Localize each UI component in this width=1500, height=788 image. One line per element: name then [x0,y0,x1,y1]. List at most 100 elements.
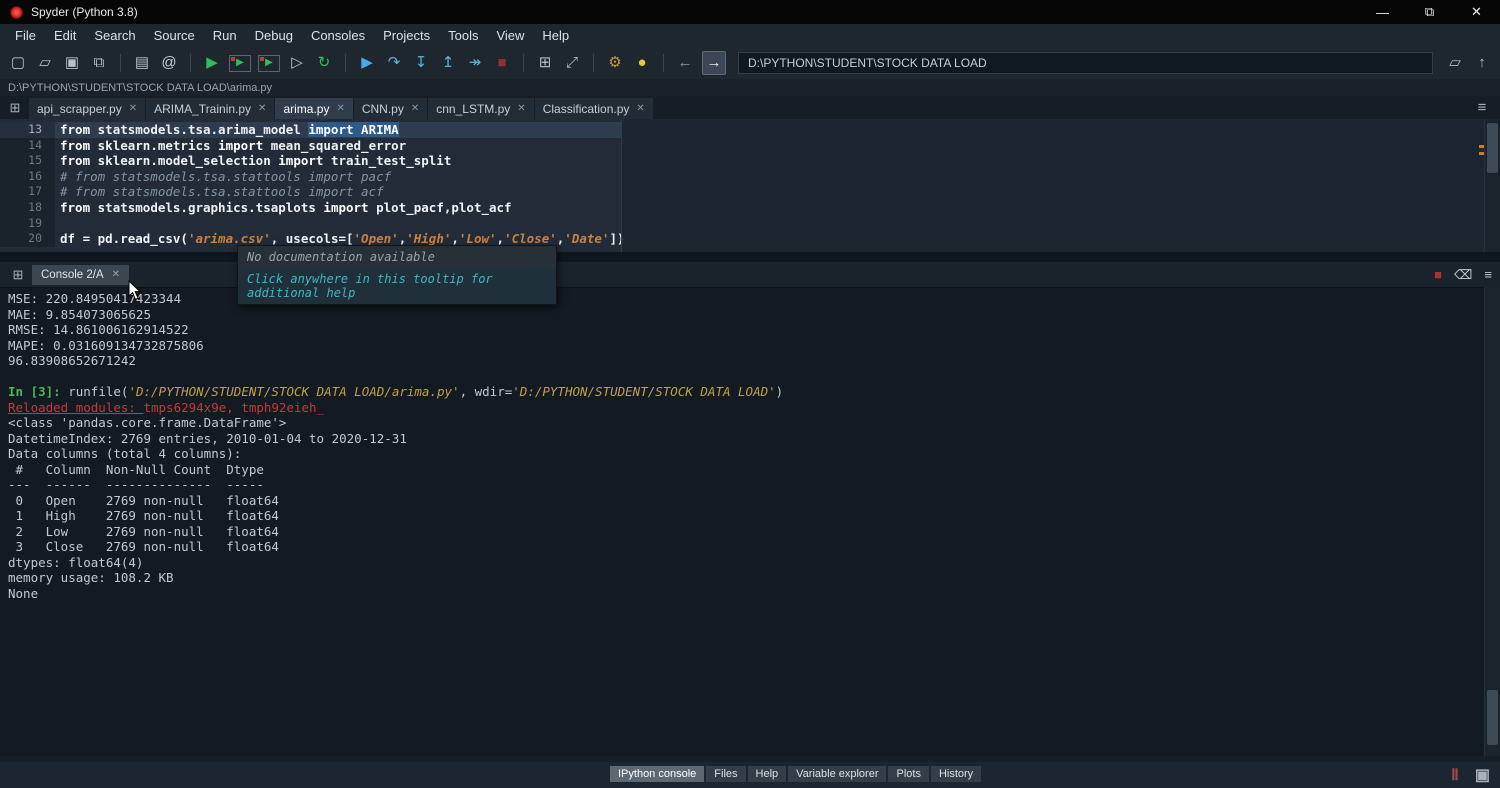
maximize-pane-icon[interactable]: ⤢ [562,52,582,74]
pane-tab-variable-explorer[interactable]: Variable explorer [788,766,886,782]
menu-view[interactable]: View [487,26,533,45]
code-segment: # from statsmodels.tsa.stattools import … [60,169,391,184]
editor-tab-api_scrapper-py[interactable]: api_scrapper.py✕ [29,98,145,119]
pause-icon[interactable]: Ⅱ [1451,765,1459,785]
menu-projects[interactable]: Projects [374,26,439,45]
menu-tools[interactable]: Tools [439,26,487,45]
line-number[interactable]: 18 [0,200,55,216]
run-file-icon[interactable]: ▶ [202,52,222,74]
line-number[interactable]: 19 [0,216,55,232]
tab-close-icon[interactable]: ✕ [517,103,525,114]
line-number[interactable]: 15 [0,153,55,169]
code-editor[interactable]: 13from statsmodels.tsa.arima_model impor… [0,119,1500,252]
menu-file[interactable]: File [6,26,45,45]
editor-code: 13from statsmodels.tsa.arima_model impor… [0,122,1485,247]
open-file-icon[interactable]: ▱ [35,52,55,74]
tab-close-icon[interactable]: ✕ [129,103,137,114]
tab-close-icon[interactable]: ✕ [258,103,266,114]
code-line-13[interactable]: 13from statsmodels.tsa.arima_model impor… [0,122,1485,138]
menu-help[interactable]: Help [533,26,578,45]
file-switcher-icon[interactable]: ▤ [132,52,152,74]
save-icon[interactable]: ▣ [62,52,82,74]
step-over-icon[interactable]: ↷ [384,52,404,74]
menu-search[interactable]: Search [85,26,144,45]
console-scrollbar[interactable] [1484,287,1500,756]
pane-tab-history[interactable]: History [931,766,981,782]
pythonpath-icon[interactable]: ● [632,52,652,74]
clear-console-icon[interactable]: ⌫ [1454,265,1472,285]
forward-icon[interactable]: → [702,51,726,75]
editor-tab-arima-py[interactable]: arima.py✕ [275,98,352,119]
title-bar: Spyder (Python 3.8) —⧉✕ [0,0,1500,24]
pane-splitter[interactable] [0,252,1500,262]
console-tab[interactable]: Console 2/A ✕ [32,265,129,285]
console-text: In [3]: [8,384,68,399]
menu-edit[interactable]: Edit [45,26,85,45]
scrollbar-thumb[interactable] [1487,690,1498,745]
line-number[interactable]: 16 [0,169,55,185]
editor-tab-classification-py[interactable]: Classification.py✕ [535,98,653,119]
editor-tab-cnn-py[interactable]: CNN.py✕ [354,98,427,119]
console-options-icon[interactable]: ≡ [1484,265,1492,285]
line-number[interactable]: 13 [0,122,55,138]
stop-debug-icon[interactable]: ■ [492,52,512,74]
code-line-20[interactable]: 20df = pd.read_csv('arima.csv', usecols=… [0,231,1485,247]
panes-layout-icon[interactable]: ▣ [1475,765,1490,785]
pane-tab-help[interactable]: Help [748,766,787,782]
step-return-icon[interactable]: ↥ [438,52,458,74]
run-cell-icon[interactable]: ▶ [229,55,251,72]
code-line-17[interactable]: 17# from statsmodels.tsa.stattools impor… [0,184,1485,200]
browse-console-tabs-icon[interactable]: ⊞ [8,267,28,283]
menu-source[interactable]: Source [145,26,204,45]
documentation-tooltip[interactable]: No documentation available Click anywher… [237,245,557,305]
code-text: from statsmodels.tsa.arima_model import … [55,122,399,138]
step-into-icon[interactable]: ↧ [411,52,431,74]
pane-tab-plots[interactable]: Plots [888,766,928,782]
parent-directory-icon[interactable]: ↑ [1472,52,1492,74]
minimize-button[interactable]: — [1359,0,1406,24]
back-icon[interactable]: ← [675,52,695,74]
pane-tab-ipython-console[interactable]: IPython console [610,766,704,782]
line-number[interactable]: 17 [0,184,55,200]
editor-tab-cnn_lstm-py[interactable]: cnn_LSTM.py✕ [428,98,533,119]
code-line-15[interactable]: 15from sklearn.model_selection import tr… [0,153,1485,169]
console-output[interactable]: MSE: 220.84950417423344MAE: 9.8540730656… [0,287,1485,756]
code-line-19[interactable]: 19 [0,216,1485,232]
working-directory-combo[interactable]: D:\PYTHON\STUDENT\STOCK DATA LOAD [738,52,1433,74]
restore-button[interactable]: ⧉ [1406,0,1453,24]
rerun-cell-icon[interactable]: ↻ [314,52,334,74]
find-symbols-icon[interactable]: @ [159,52,179,74]
code-line-18[interactable]: 18from statsmodels.graphics.tsaplots imp… [0,200,1485,216]
tab-close-icon[interactable]: ✕ [411,103,419,114]
code-text: from statsmodels.graphics.tsaplots impor… [55,200,512,216]
code-line-16[interactable]: 16 # from statsmodels.tsa.stattools impor… [0,169,1485,185]
code-line-14[interactable]: 14from sklearn.metrics import mean_squar… [0,138,1485,154]
browse-directory-icon[interactable]: ▱ [1445,52,1465,74]
interrupt-kernel-icon[interactable]: ■ [1434,265,1442,285]
tab-close-icon[interactable]: ✕ [636,103,644,114]
line-number[interactable]: 14 [0,138,55,154]
editor-scrollbar[interactable] [1484,119,1500,252]
editor-tab-arima_trainin-py[interactable]: ARIMA_Trainin.py✕ [146,98,274,119]
new-file-icon[interactable]: ▢ [8,52,28,74]
console-tab-close-icon[interactable]: ✕ [112,269,120,280]
tab-close-icon[interactable]: ✕ [336,103,344,114]
pane-tab-files[interactable]: Files [706,766,745,782]
run-cell-advance-icon[interactable]: ▶ [258,55,280,72]
menu-debug[interactable]: Debug [246,26,302,45]
save-all-icon[interactable]: ⧉ [89,52,109,74]
browse-tabs-icon[interactable]: ⊞ [5,100,25,116]
menu-run[interactable]: Run [204,26,246,45]
scrollbar-thumb[interactable] [1487,123,1498,173]
run-selection-icon[interactable]: ▷ [287,52,307,74]
code-segment: , [497,231,505,246]
preferences-icon[interactable]: ⚙ [605,52,625,74]
console-line: Reloaded modules: tmps6294x9e, tmph92eie… [8,400,1485,416]
new-window-icon[interactable]: ⊞ [535,52,555,74]
close-button[interactable]: ✕ [1453,0,1500,24]
editor-options-icon[interactable]: ≡ [1472,99,1492,116]
menu-consoles[interactable]: Consoles [302,26,374,45]
debug-file-icon[interactable]: ▶ [357,52,377,74]
continue-icon[interactable]: ↠ [465,52,485,74]
line-number[interactable]: 20 [0,231,55,247]
